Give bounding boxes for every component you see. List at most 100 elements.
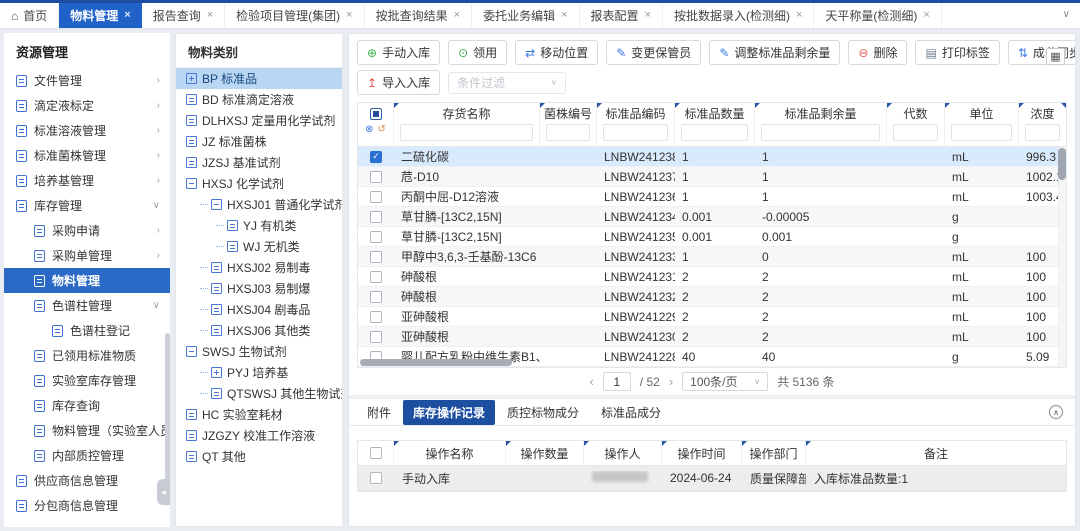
tab-material-management[interactable]: 物料管理 ×	[59, 3, 141, 28]
sidebar-item-supplier-info-mgmt[interactable]: 供应商信息管理	[4, 468, 170, 493]
table-row[interactable]: 砷酸根LNBW24123222mL100	[358, 287, 1066, 307]
tree-node-hxsj03[interactable]: HXSJ03 易制爆	[176, 278, 342, 299]
sidebar-item-purchase-request[interactable]: 采购申请›	[4, 218, 170, 243]
adjust-remaining-button[interactable]: ✎调整标准品剩余量	[709, 40, 840, 65]
row-checkbox[interactable]	[370, 331, 382, 343]
tab-report-config[interactable]: 报表配置 ×	[580, 3, 663, 28]
sidebar-item-culture-medium-mgmt[interactable]: 培养基管理›	[4, 168, 170, 193]
row-checkbox[interactable]	[370, 251, 382, 263]
print-label-button[interactable]: ▤打印标签	[915, 40, 999, 65]
import-inbound-button[interactable]: ↥导入入库	[357, 70, 440, 95]
delete-button[interactable]: ⊖删除	[848, 40, 907, 65]
tree-node-bp[interactable]: BP 标准品	[176, 68, 342, 89]
tree-node-hxsj04[interactable]: HXSJ04 剧毒品	[176, 299, 342, 320]
collapse-panel-icon[interactable]: ∧	[1049, 405, 1063, 419]
filter-input[interactable]	[951, 124, 1012, 141]
sidebar-item-lab-inventory-mgmt[interactable]: 实验室库存管理	[4, 368, 170, 393]
row-checkbox[interactable]	[370, 231, 382, 243]
close-icon[interactable]: ×	[645, 10, 651, 21]
select-all-checkbox[interactable]	[370, 108, 382, 120]
tab-batch-query-result[interactable]: 按批查询结果 ×	[365, 3, 472, 28]
row-checkbox[interactable]	[370, 311, 382, 323]
filter-reset-icon[interactable]: ↺	[378, 124, 386, 135]
filter-input[interactable]	[1025, 124, 1060, 141]
sidebar-item-internal-qc-mgmt[interactable]: 内部质控管理	[4, 443, 170, 468]
table-row[interactable]: 草甘膦-[13C2,15N]LNBW2412350.0010.001g	[358, 227, 1066, 247]
tab-inspection-project-mgmt[interactable]: 检验项目管理(集团) ×	[225, 3, 364, 28]
manual-inbound-button[interactable]: ⊕手动入库	[357, 40, 440, 65]
row-checkbox[interactable]	[370, 291, 382, 303]
row-checkbox[interactable]	[370, 271, 382, 283]
tab-balance-weighing[interactable]: 天平称量(检测细) ×	[814, 3, 941, 28]
tab-report-query[interactable]: 报告查询 ×	[142, 3, 225, 28]
sidebar-item-file-mgmt[interactable]: 文件管理›	[4, 68, 170, 93]
next-page-icon[interactable]: ›	[669, 374, 673, 389]
sidebar-collapse-handle[interactable]: ◂	[157, 479, 170, 505]
filter-input[interactable]	[893, 124, 938, 141]
sidebar-item-claimed-std-materials[interactable]: 已领用标准物质	[4, 343, 170, 368]
tree-node-jz[interactable]: JZ 标准菌株	[176, 131, 342, 152]
tree-node-pyj[interactable]: PYJ 培养基	[176, 362, 342, 383]
table-row[interactable]: 亚砷酸根LNBW24123022mL100	[358, 327, 1066, 347]
close-icon[interactable]: ×	[346, 10, 352, 21]
table-row[interactable]: 砷酸根LNBW24123122mL100	[358, 267, 1066, 287]
log-table-row[interactable]: 手动入库 2024-06-24 质量保障部 入库标准品数量:1	[358, 466, 1066, 491]
row-checkbox[interactable]	[370, 472, 382, 484]
tree-node-hxsj02[interactable]: HXSJ02 易制毒	[176, 257, 342, 278]
sidebar-item-subcontractor-info-mgmt[interactable]: 分包商信息管理	[4, 493, 170, 518]
filter-clear-icon[interactable]: ⊗	[365, 124, 373, 135]
table-row[interactable]: 甲醇中3,6,3-壬基酚-13C6LNBW24123310mL100	[358, 247, 1066, 267]
tree-node-jzgzy[interactable]: JZGZY 校准工作溶液	[176, 425, 342, 446]
close-icon[interactable]: ×	[454, 10, 460, 21]
close-icon[interactable]: ×	[796, 10, 802, 21]
tree-node-bd[interactable]: BD 标准滴定溶液	[176, 89, 342, 110]
horizontal-scrollbar-thumb[interactable]	[360, 359, 512, 366]
sidebar-item-material-mgmt-lab-staff[interactable]: 物料管理（实验室人员）	[4, 418, 170, 443]
row-checkbox[interactable]: ✓	[370, 151, 382, 163]
tree-node-dlhxsj[interactable]: DLHXSJ 定量用化学试剂	[176, 110, 342, 131]
table-row[interactable]: 丙酮中屈-D12溶液LNBW24123611mL1003.4	[358, 187, 1066, 207]
sidebar-item-chromatography-column-register[interactable]: 色谱柱登记	[4, 318, 170, 343]
tab-entrusted-business-edit[interactable]: 委托业务编辑 ×	[472, 3, 579, 28]
condition-filter-select[interactable]: 条件过滤∨	[448, 72, 566, 94]
table-row[interactable]: 苊-D10LNBW24123711mL1002.1	[358, 167, 1066, 187]
close-icon[interactable]: ×	[124, 10, 130, 21]
tree-node-wj[interactable]: WJ 无机类	[176, 236, 342, 257]
log-select-all-checkbox[interactable]	[370, 447, 382, 459]
tab-standard-components[interactable]: 标准品成分	[591, 400, 671, 425]
row-checkbox[interactable]	[370, 171, 382, 183]
tab-qc-standard-components[interactable]: 质控标物成分	[497, 400, 589, 425]
sidebar-item-titrant-calibration[interactable]: 滴定液标定›	[4, 93, 170, 118]
page-size-select[interactable]: 100条/页∨	[682, 372, 768, 391]
sidebar-item-inventory-query[interactable]: 库存查询	[4, 393, 170, 418]
prev-page-icon[interactable]: ‹	[589, 374, 593, 389]
tree-node-hxsj06[interactable]: HXSJ06 其他类	[176, 320, 342, 341]
tree-node-qtswsj[interactable]: QTSWSJ 其他生物试剂	[176, 383, 342, 404]
vertical-scrollbar-thumb[interactable]	[1058, 148, 1066, 180]
sidebar-item-material-mgmt[interactable]: 物料管理	[4, 268, 170, 293]
tree-node-hxsj01[interactable]: HXSJ01 普通化学试剂	[176, 194, 342, 215]
table-settings-icon[interactable]: ▦	[1046, 48, 1065, 65]
tabbar-chevron-down-icon[interactable]: ∨	[1063, 9, 1070, 20]
table-row[interactable]: 亚砷酸根LNBW24122922mL100	[358, 307, 1066, 327]
filter-input[interactable]	[400, 124, 533, 141]
filter-input[interactable]	[603, 124, 668, 141]
close-icon[interactable]: ×	[923, 10, 929, 21]
row-checkbox[interactable]	[370, 191, 382, 203]
page-number-input[interactable]: 1	[603, 372, 631, 391]
tree-node-jzsj[interactable]: JZSJ 基准试剂	[176, 152, 342, 173]
tab-batch-data-entry[interactable]: 按批数据录入(检测细) ×	[663, 3, 814, 28]
row-checkbox[interactable]	[370, 211, 382, 223]
sidebar-item-std-solution-mgmt[interactable]: 标准溶液管理›	[4, 118, 170, 143]
sidebar-item-chromatography-column-mgmt[interactable]: 色谱柱管理∨	[4, 293, 170, 318]
tree-node-yj[interactable]: YJ 有机类	[176, 215, 342, 236]
change-custodian-button[interactable]: ✎变更保管员	[606, 40, 701, 65]
filter-input[interactable]	[546, 124, 590, 141]
close-icon[interactable]: ×	[561, 10, 567, 21]
table-row[interactable]: ✓二硫化碳LNBW24123811mL996.3	[358, 147, 1066, 167]
tab-inventory-operation-log[interactable]: 库存操作记录	[403, 400, 495, 425]
filter-input[interactable]	[681, 124, 748, 141]
tree-node-hxsj[interactable]: HXSJ 化学试剂	[176, 173, 342, 194]
sidebar-scrollbar[interactable]	[165, 333, 170, 483]
tree-node-hc[interactable]: HC 实验室耗材	[176, 404, 342, 425]
